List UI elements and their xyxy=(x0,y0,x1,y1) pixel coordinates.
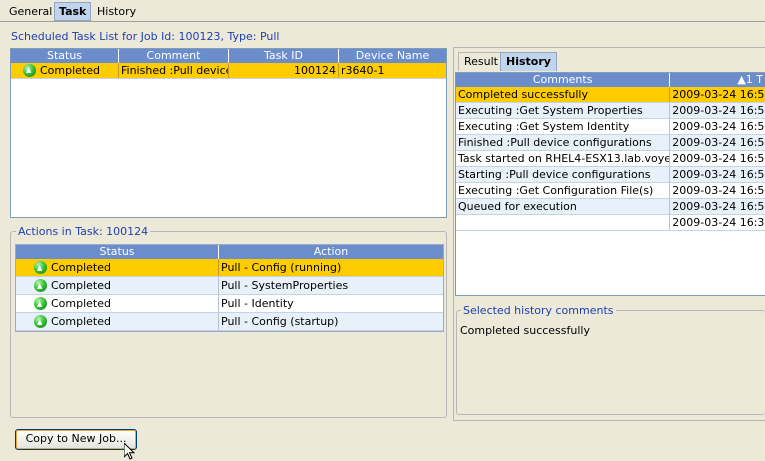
action-status-cell: Completed xyxy=(16,295,219,312)
history-time: 2009-03-24 16:52 xyxy=(672,120,765,133)
task-status: Completed xyxy=(40,64,100,77)
tab-result[interactable]: Result xyxy=(458,52,504,71)
history-row[interactable]: Executing :Get System Identity 2009-03-24… xyxy=(456,119,765,135)
history-header: Comments ▲1 T xyxy=(456,73,765,87)
history-row[interactable]: 2009-03-24 16:32 xyxy=(456,215,765,231)
col-comment[interactable]: Comment xyxy=(119,49,229,63)
tab-history-detail[interactable]: History xyxy=(500,52,557,71)
history-time: 2009-03-24 16:32 xyxy=(672,216,765,229)
history-row[interactable]: Completed successfully 2009-03-24 16:53 xyxy=(456,87,765,103)
history-comment: Executing :Get System Identity xyxy=(456,119,671,134)
history-rows: Completed successfully 2009-03-24 16:53 Ex… xyxy=(456,87,765,231)
col-action-status[interactable]: Status xyxy=(16,245,219,259)
history-time: 2009-03-24 16:52 xyxy=(672,184,765,197)
history-time: 2009-03-24 16:52 xyxy=(672,136,765,149)
history-comment: Finished :Pull device configurations xyxy=(456,135,671,150)
col-task-id[interactable]: Task ID xyxy=(229,49,339,63)
history-comment xyxy=(456,215,671,230)
col-time-sorted[interactable]: ▲1 T xyxy=(670,73,765,87)
mouse-cursor-icon xyxy=(124,443,136,460)
col-action[interactable]: Action xyxy=(219,245,443,259)
action-row[interactable]: Completed Pull - Config (startup) xyxy=(16,313,443,331)
history-comment: Executing :Get System Properties xyxy=(456,103,671,118)
action-status: Completed xyxy=(51,315,111,328)
history-time: 2009-03-24 16:52 xyxy=(672,168,765,181)
task-status-cell: Completed xyxy=(11,63,119,78)
action-status: Completed xyxy=(51,261,111,274)
history-row[interactable]: Starting :Pull device configurations 2009… xyxy=(456,167,765,183)
history-time: 2009-03-24 16:52 xyxy=(672,104,765,117)
success-icon xyxy=(34,260,47,276)
task-id: 100124 xyxy=(229,63,339,78)
col-status[interactable]: Status xyxy=(11,49,119,63)
history-table: Comments ▲1 T Completed successfully 2009… xyxy=(455,72,765,296)
tab-general[interactable]: General xyxy=(4,2,57,21)
selected-comments-text: Completed successfully xyxy=(460,324,590,337)
action-status: Completed xyxy=(51,297,111,310)
success-icon xyxy=(23,63,36,78)
action-status-cell: Completed xyxy=(16,259,219,276)
history-row[interactable]: Executing :Get System Properties 2009-03-… xyxy=(456,103,765,119)
tab-divider xyxy=(0,21,765,22)
col-device-name[interactable]: Device Name xyxy=(339,49,446,63)
action-row[interactable]: Completed Pull - Config (running) xyxy=(16,259,443,277)
actions-table: Status Action Completed Pull - Config (r… xyxy=(15,244,444,332)
actions-title: Actions in Task: 100124 xyxy=(16,225,151,238)
selected-comments-title: Selected history comments xyxy=(461,304,616,317)
success-icon xyxy=(34,296,47,312)
action-name: Pull - Identity xyxy=(221,297,294,310)
history-row[interactable]: Finished :Pull device configurations 2009… xyxy=(456,135,765,151)
history-time: 2009-03-24 16:52 xyxy=(672,200,765,213)
action-row[interactable]: Completed Pull - Identity xyxy=(16,295,443,313)
task-list-header: Status Comment Task ID Device Name xyxy=(11,49,446,63)
action-name: Pull - Config (startup) xyxy=(221,315,339,328)
copy-to-new-job-button[interactable]: Copy to New Job... xyxy=(15,429,137,450)
top-tab-bar: General Task History xyxy=(0,0,765,22)
history-time: 2009-03-24 16:53 xyxy=(672,88,765,101)
history-comment: Completed successfully xyxy=(456,87,671,102)
col-comments[interactable]: Comments xyxy=(456,73,671,87)
action-name: Pull - SystemProperties xyxy=(221,279,349,292)
action-status: Completed xyxy=(51,279,111,292)
task-row[interactable]: Completed Finished :Pull device... 10012… xyxy=(11,63,446,79)
actions-header: Status Action xyxy=(16,245,443,259)
history-time: 2009-03-24 16:52 xyxy=(672,152,765,165)
history-comment: Executing :Get Configuration File(s) xyxy=(456,183,671,198)
history-comment: Starting :Pull device configurations xyxy=(456,167,671,182)
task-device-name: r3640-1 xyxy=(341,64,385,77)
task-list-title: Scheduled Task List for Job Id: 100123, … xyxy=(11,30,280,43)
action-status-cell: Completed xyxy=(16,313,219,330)
history-comment: Queued for execution xyxy=(456,199,671,214)
history-row[interactable]: Task started on RHEL4-ESX13.lab.voyenc..… xyxy=(456,151,765,167)
tab-history[interactable]: History xyxy=(92,2,141,21)
task-comment: Finished :Pull device... xyxy=(119,63,229,78)
tab-task[interactable]: Task xyxy=(54,2,92,21)
history-comment: Task started on RHEL4-ESX13.lab.voyenc..… xyxy=(456,151,671,166)
action-row[interactable]: Completed Pull - SystemProperties xyxy=(16,277,443,295)
success-icon xyxy=(34,278,47,294)
task-list-table: Status Comment Task ID Device Name Compl… xyxy=(10,48,447,218)
history-row[interactable]: Queued for execution 2009-03-24 16:52 xyxy=(456,199,765,215)
action-status-cell: Completed xyxy=(16,277,219,294)
action-name: Pull - Config (running) xyxy=(221,261,342,274)
history-row[interactable]: Executing :Get Configuration File(s) 2009… xyxy=(456,183,765,199)
success-icon xyxy=(34,314,47,330)
